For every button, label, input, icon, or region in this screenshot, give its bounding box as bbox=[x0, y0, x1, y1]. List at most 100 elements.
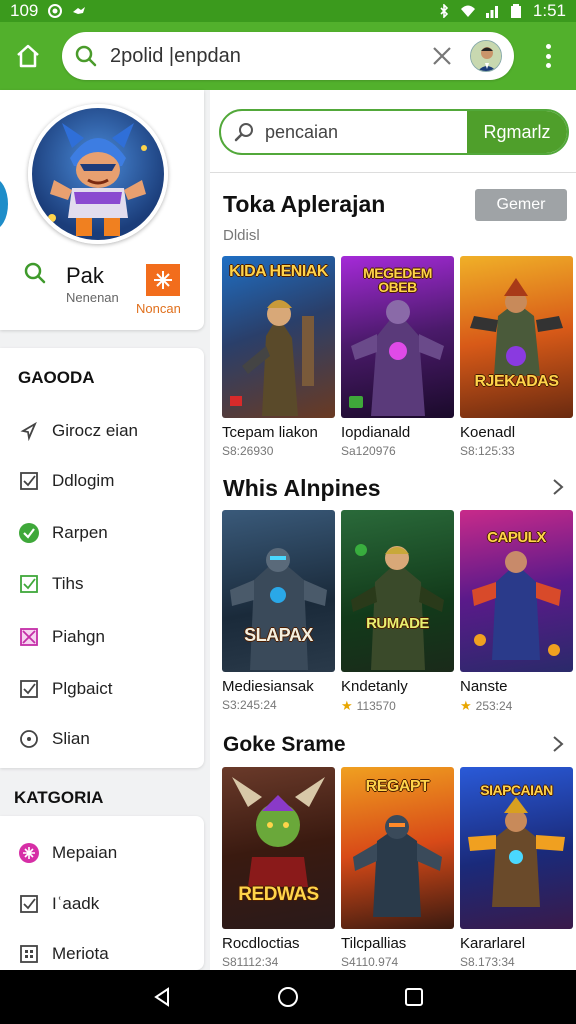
cover-title: REDWAS bbox=[238, 884, 319, 905]
game-cover[interactable]: KIDA HENIAK bbox=[222, 256, 335, 418]
content-search[interactable]: pencaian Rgmarlz bbox=[219, 109, 569, 155]
star-icon: ★ bbox=[341, 698, 353, 713]
category-label: Ddlogim bbox=[52, 471, 115, 490]
game-meta: Sa120976 bbox=[341, 444, 396, 458]
category-item[interactable]: Meriota bbox=[18, 943, 109, 965]
game-meta: S4110.974 bbox=[341, 955, 399, 969]
category-label: Plgbaict bbox=[52, 679, 113, 698]
badge-label: Noncan bbox=[136, 301, 181, 316]
game-card[interactable]: REDWAS Rocdloctias S81112:34 bbox=[222, 767, 335, 969]
chevron-right-icon[interactable] bbox=[550, 477, 566, 497]
section-title: Whis Alnpines bbox=[223, 475, 381, 501]
verified-icon bbox=[18, 522, 40, 544]
game-cover[interactable]: REDWAS bbox=[222, 767, 335, 929]
game-card[interactable]: REGAPT Tilcpallias S4110.974 bbox=[341, 767, 454, 969]
game-name: Nanste bbox=[460, 678, 508, 695]
recents-icon[interactable] bbox=[403, 986, 425, 1008]
checkbox-icon bbox=[18, 893, 40, 915]
back-icon[interactable] bbox=[151, 986, 173, 1008]
game-cover[interactable]: SIAPCAIAN bbox=[460, 767, 573, 929]
profile-card: Pak Nenenan Noncan bbox=[0, 90, 204, 330]
more-menu-button[interactable] bbox=[536, 42, 560, 70]
game-meta: S3:245:24 bbox=[222, 698, 277, 712]
section-subtitle: Dldisl bbox=[223, 227, 260, 244]
home-button[interactable] bbox=[2, 30, 54, 82]
section-heading: GAOODA bbox=[18, 368, 95, 387]
category-item[interactable]: Mepaian bbox=[18, 842, 117, 864]
game-meta: ★ 253:24 bbox=[460, 698, 573, 714]
battery-icon bbox=[510, 4, 521, 18]
hero-character-icon bbox=[48, 123, 147, 236]
radio-icon bbox=[18, 728, 40, 750]
search-icon bbox=[234, 123, 253, 142]
game-cover[interactable]: RJEKADAS bbox=[460, 256, 573, 418]
category-label: Tihs bbox=[52, 574, 84, 593]
category-item[interactable]: Ddlogim bbox=[18, 470, 114, 492]
signal-icon bbox=[485, 6, 498, 18]
checkbox-icon bbox=[18, 678, 40, 700]
game-card[interactable]: SLAPAX Mediesiansak S3:245:24 bbox=[222, 510, 335, 712]
search-query[interactable]: 2polid |enpdan bbox=[110, 45, 428, 68]
category-label: Rarpen bbox=[52, 523, 108, 542]
game-meta: S8:26930 bbox=[222, 444, 274, 458]
game-card[interactable]: RUMADE Kndetanly ★ 113570 bbox=[341, 510, 454, 714]
bluetooth-icon bbox=[440, 4, 449, 18]
clear-button[interactable] bbox=[428, 42, 456, 70]
game-meta: S81112:34 bbox=[222, 955, 279, 969]
person-icon bbox=[471, 41, 501, 71]
game-name: Kararlarel bbox=[460, 935, 526, 952]
status-text: 109 bbox=[10, 1, 39, 20]
checkbox-green-icon bbox=[18, 573, 40, 595]
category-item[interactable]: Slian bbox=[18, 728, 90, 750]
category-card-1: GAOODA Girocz eian Ddlogim Rarpen Tihs P… bbox=[0, 348, 204, 768]
user-avatar[interactable] bbox=[470, 40, 502, 72]
send-icon bbox=[18, 420, 40, 442]
game-cover[interactable]: REGAPT bbox=[341, 767, 454, 929]
drawer-handle[interactable] bbox=[0, 178, 8, 230]
crossed-box-icon bbox=[18, 626, 40, 648]
cover-title: REGAPT bbox=[365, 778, 430, 795]
search-icon[interactable] bbox=[22, 260, 48, 286]
game-card[interactable]: RJEKADAS Koenadl S8:125:33 bbox=[460, 256, 573, 458]
category-item[interactable]: Plgbaict bbox=[18, 678, 112, 700]
home-nav-icon[interactable] bbox=[276, 985, 300, 1009]
game-cover[interactable]: RUMADE bbox=[341, 510, 454, 672]
game-name: Tcepam liakon bbox=[222, 424, 318, 441]
left-panel: Pak Nenenan Noncan GAOODA Girocz eian Dd… bbox=[0, 90, 210, 970]
category-label: Mepaian bbox=[52, 843, 118, 862]
category-item[interactable]: Piahgn bbox=[18, 626, 105, 648]
game-card[interactable]: MEGEDEM OBEB Iopdianald Sa120976 bbox=[341, 256, 454, 458]
game-name: Mediesiansak bbox=[222, 678, 314, 695]
section-more-button[interactable]: Gemer bbox=[475, 189, 567, 221]
cover-title: RJEKADAS bbox=[474, 373, 559, 390]
game-meta: S8.173:34 bbox=[460, 955, 515, 969]
cover-title: RUMADE bbox=[366, 615, 429, 632]
cover-title: CAPULX bbox=[487, 529, 546, 546]
search-button[interactable]: Rgmarlz bbox=[467, 111, 567, 153]
orange-badge-icon[interactable] bbox=[146, 264, 180, 296]
grid-icon bbox=[18, 943, 40, 965]
game-cover[interactable]: MEGEDEM OBEB bbox=[341, 256, 454, 418]
game-name: Rocdloctias bbox=[222, 935, 300, 952]
bird-icon bbox=[73, 7, 86, 14]
game-cover[interactable]: SLAPAX bbox=[222, 510, 335, 672]
search-placeholder[interactable]: pencaian bbox=[265, 122, 467, 143]
category-item[interactable]: Tihs bbox=[18, 573, 84, 595]
chevron-right-icon[interactable] bbox=[550, 734, 566, 754]
category-item[interactable]: Iʿaadk bbox=[18, 893, 99, 915]
sparkle-icon bbox=[154, 271, 172, 289]
game-rating-count: 113570 bbox=[356, 699, 396, 713]
star-icon: ★ bbox=[460, 698, 472, 713]
profile-name: Pak bbox=[66, 263, 104, 288]
profile-avatar[interactable] bbox=[28, 104, 168, 244]
game-card[interactable]: CAPULX Nanste ★ 253:24 bbox=[460, 510, 573, 714]
navigation-bar bbox=[0, 970, 576, 1024]
category-item[interactable]: Girocz eian bbox=[18, 420, 138, 442]
search-bar[interactable]: 2polid |enpdan bbox=[62, 32, 514, 80]
category-label: Piahgn bbox=[52, 627, 105, 646]
game-card[interactable]: SIAPCAIAN Kararlarel S8.173:34 bbox=[460, 767, 573, 969]
game-card[interactable]: KIDA HENIAK Tcepam liakon S8:26930 bbox=[222, 256, 335, 458]
wifi-icon bbox=[460, 5, 475, 17]
game-cover[interactable]: CAPULX bbox=[460, 510, 573, 672]
category-item[interactable]: Rarpen bbox=[18, 522, 108, 544]
